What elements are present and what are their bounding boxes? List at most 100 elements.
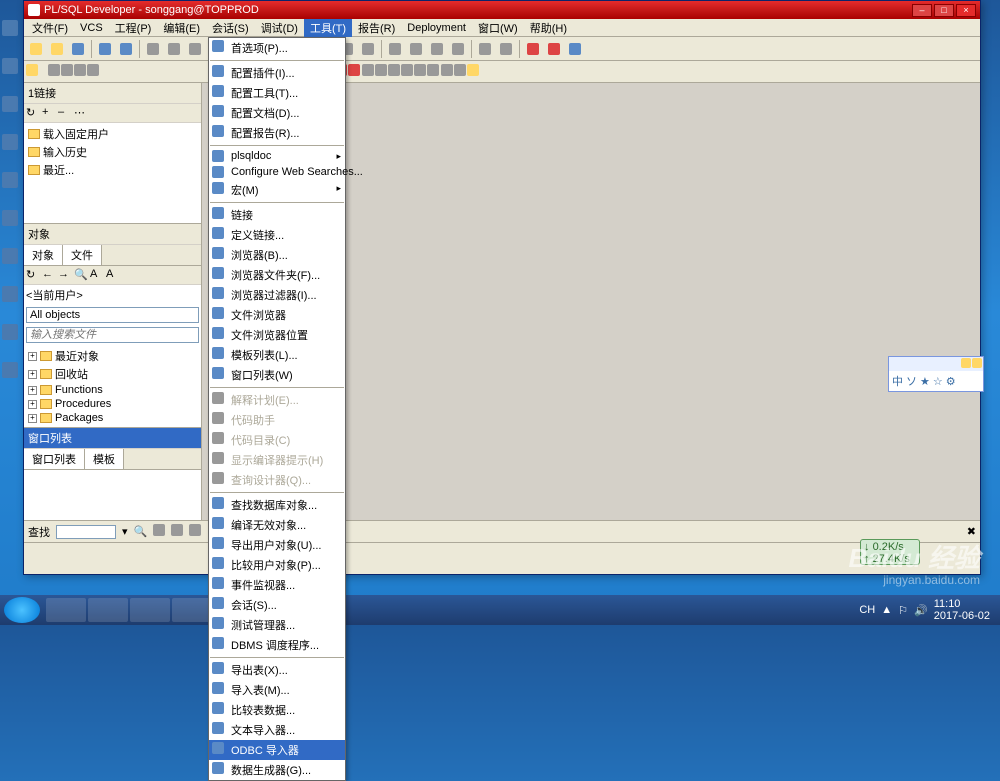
- menu-item-test[interactable]: 测试管理器...: [209, 615, 345, 635]
- tray-clock[interactable]: 11:10 2017-06-02: [934, 598, 990, 622]
- tab-模板[interactable]: 模板: [85, 449, 124, 469]
- menu-s[interactable]: 会话(S): [206, 19, 255, 37]
- menu-item-globe[interactable]: Configure Web Searches...: [209, 164, 345, 180]
- menu-item-sched[interactable]: DBMS 调度程序...: [209, 635, 345, 655]
- tab-窗口列表[interactable]: 窗口列表: [24, 449, 85, 469]
- menu-item-textimp[interactable]: 文本导入器...: [209, 720, 345, 740]
- menu-item-deflink[interactable]: 定义链接...: [209, 225, 345, 245]
- menu-item-session[interactable]: 会话(S)...: [209, 595, 345, 615]
- more-icon[interactable]: ⋯: [74, 106, 88, 120]
- undo-button[interactable]: [95, 39, 115, 59]
- desktop-icon[interactable]: [2, 172, 18, 188]
- toolbar-button[interactable]: [385, 39, 405, 59]
- menu-w[interactable]: 窗口(W): [472, 19, 524, 37]
- toolbar-button[interactable]: [185, 39, 205, 59]
- ime-toolbar[interactable]: 中ソ★☆⚙: [888, 356, 984, 392]
- ime-char[interactable]: ⚙: [946, 375, 956, 388]
- toolbar-button[interactable]: [414, 64, 426, 79]
- menu-d[interactable]: 调试(D): [255, 19, 304, 37]
- tray-icon[interactable]: ▲: [881, 604, 892, 616]
- toolbar-button[interactable]: [406, 39, 426, 59]
- menu-f[interactable]: 文件(F): [26, 19, 74, 37]
- expand-icon[interactable]: +: [28, 414, 37, 423]
- ime-char[interactable]: ☆: [933, 375, 943, 388]
- tree-item[interactable]: 输入历史: [28, 143, 197, 161]
- refresh-icon[interactable]: ↻: [26, 106, 40, 120]
- back-icon[interactable]: ←: [42, 268, 56, 282]
- expand-icon[interactable]: +: [28, 352, 37, 361]
- remove-icon[interactable]: –: [58, 106, 72, 120]
- expand-icon[interactable]: +: [28, 386, 37, 395]
- toolbar-button[interactable]: [153, 524, 165, 539]
- toolbar-button[interactable]: [358, 39, 378, 59]
- menu-item-winlist[interactable]: 窗口列表(W): [209, 365, 345, 385]
- desktop-icon[interactable]: [2, 248, 18, 264]
- close-button[interactable]: ×: [956, 4, 976, 17]
- menu-item-cmptbl[interactable]: 比较表数据...: [209, 700, 345, 720]
- tray-lang[interactable]: CH: [859, 604, 875, 616]
- toolbar-button[interactable]: [375, 64, 387, 79]
- tray-icon[interactable]: ⚐: [898, 604, 908, 617]
- find-next-icon[interactable]: 🔍: [134, 525, 148, 538]
- minimize-button[interactable]: –: [912, 4, 932, 17]
- toolbar-button[interactable]: [544, 39, 564, 59]
- tree-item[interactable]: +Procedures: [28, 397, 197, 411]
- menu-item-compare[interactable]: 比较用户对象(P)...: [209, 555, 345, 575]
- expand-icon[interactable]: +: [28, 370, 37, 379]
- toggle-icon[interactable]: A: [90, 268, 104, 282]
- menu-item-item[interactable]: plsqldoc▸: [209, 148, 345, 164]
- toolbar-button[interactable]: [87, 64, 99, 79]
- menu-item-doc[interactable]: 配置文档(D)...: [209, 103, 345, 123]
- desktop-icon[interactable]: [2, 362, 18, 378]
- all-objects-row[interactable]: [24, 305, 201, 325]
- menu-item-filter[interactable]: 浏览器过滤器(I)...: [209, 285, 345, 305]
- all-objects-dropdown[interactable]: [26, 307, 199, 323]
- toolbar-button[interactable]: [143, 39, 163, 59]
- close-findbar-icon[interactable]: ✖: [967, 525, 976, 538]
- menu-item-report[interactable]: 配置报告(R)...: [209, 123, 345, 143]
- tree-item[interactable]: 最近...: [28, 161, 197, 179]
- menu-item-compile[interactable]: 编译无效对象...: [209, 515, 345, 535]
- desktop-icon[interactable]: [2, 58, 18, 74]
- menu-item-macro[interactable]: 宏(M)▸: [209, 180, 345, 200]
- toolbar-button[interactable]: [348, 64, 360, 79]
- toolbar-button[interactable]: [454, 64, 466, 79]
- ime-char[interactable]: ソ: [906, 373, 917, 389]
- desktop-icon[interactable]: [2, 20, 18, 36]
- ime-char[interactable]: 中: [892, 373, 903, 389]
- menu-r[interactable]: 报告(R): [352, 19, 401, 37]
- toolbar-button[interactable]: [74, 64, 86, 79]
- tree-item[interactable]: 载入固定用户: [28, 125, 197, 143]
- menu-item-fbrowser[interactable]: 文件浏览器: [209, 305, 345, 325]
- menu-item-browser[interactable]: 浏览器(B)...: [209, 245, 345, 265]
- menu-item-plug[interactable]: 配置插件(I)...: [209, 63, 345, 83]
- ime-btn[interactable]: [961, 358, 971, 368]
- tab-文件[interactable]: 文件: [63, 245, 102, 265]
- toolbar-button[interactable]: [427, 64, 439, 79]
- redo-button[interactable]: [116, 39, 136, 59]
- tree-item[interactable]: +最近对象: [28, 347, 197, 365]
- toolbar-button[interactable]: [26, 64, 38, 79]
- find-input[interactable]: [56, 525, 116, 539]
- toolbar-button[interactable]: [448, 39, 468, 59]
- menu-item-export[interactable]: 导出用户对象(U)...: [209, 535, 345, 555]
- tree-item[interactable]: +Functions: [28, 383, 197, 397]
- toolbar-button[interactable]: [48, 64, 60, 79]
- find-dropdown-icon[interactable]: ▾: [122, 525, 128, 538]
- toolbar-button[interactable]: [441, 64, 453, 79]
- taskbar-item[interactable]: [88, 598, 128, 622]
- taskbar-item[interactable]: [46, 598, 86, 622]
- tray-volume-icon[interactable]: 🔊: [914, 604, 928, 617]
- menu-deployment[interactable]: Deployment: [401, 21, 472, 35]
- maximize-button[interactable]: □: [934, 4, 954, 17]
- ime-char[interactable]: ★: [920, 375, 930, 388]
- toolbar-button[interactable]: [565, 39, 585, 59]
- find-icon[interactable]: 🔍: [74, 268, 88, 282]
- toolbar-button[interactable]: [496, 39, 516, 59]
- open-button[interactable]: [47, 39, 67, 59]
- tab-对象[interactable]: 对象: [24, 245, 63, 265]
- desktop-icon[interactable]: [2, 96, 18, 112]
- menu-item-find[interactable]: 查找数据库对象...: [209, 495, 345, 515]
- toolbar-button[interactable]: [475, 39, 495, 59]
- tree-item[interactable]: +回收站: [28, 365, 197, 383]
